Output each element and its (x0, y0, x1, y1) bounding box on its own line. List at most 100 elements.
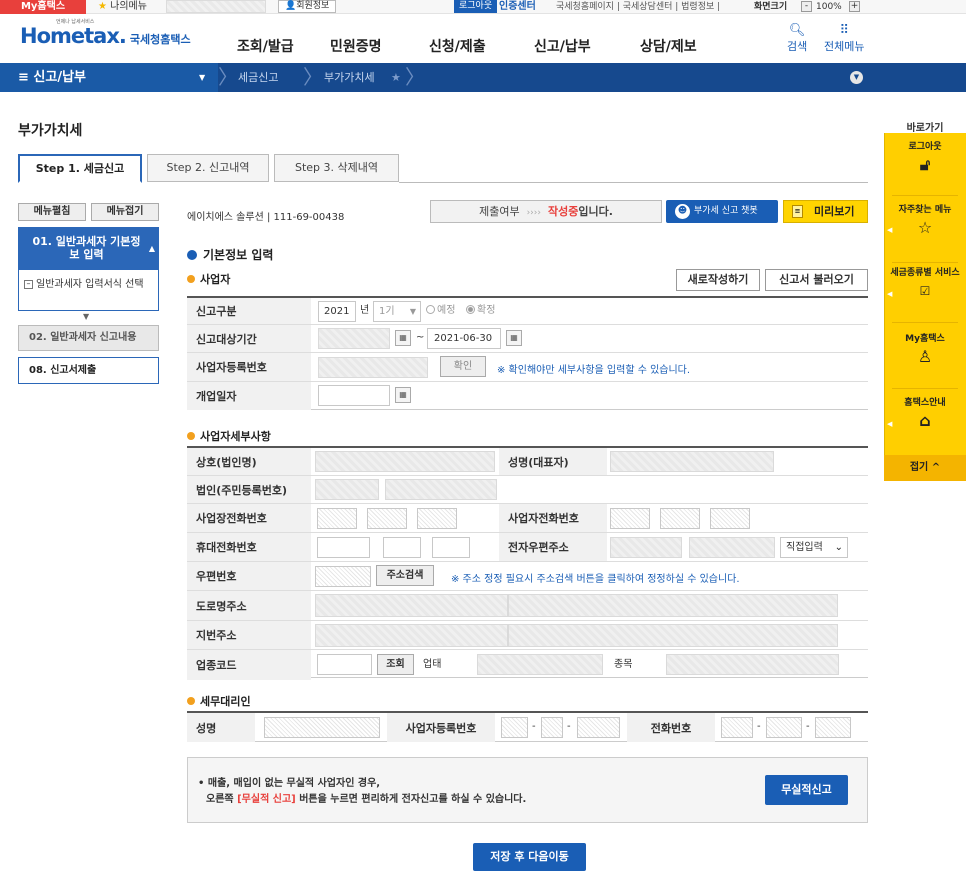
tab-step3[interactable]: Step 3. 삭제내역 (274, 154, 399, 182)
email-domain-input[interactable] (689, 537, 775, 558)
lot-address-input-1[interactable] (315, 624, 508, 647)
term-select[interactable]: 1기 ▼ (373, 301, 421, 322)
radio-estimate[interactable]: 예정 (426, 304, 455, 318)
quick-logout[interactable]: 로그아웃 🔓︎ (884, 142, 966, 174)
address-search-button[interactable]: 주소검색 (376, 565, 434, 586)
bullet-icon (187, 275, 195, 283)
top-links[interactable]: 국세청홈페이지 | 국세상담센터 | 법령정보 | (556, 0, 720, 14)
table-row: 법인(주민등록번호) (187, 476, 868, 504)
zoom-out-button[interactable]: - (801, 1, 812, 12)
chevron-down-icon[interactable]: ▼ (850, 71, 863, 84)
year-unit: 년 (360, 305, 370, 316)
rep-name-input[interactable] (610, 451, 774, 472)
quick-faq-menu[interactable]: 자주찾는 메뉴 ☆ (884, 205, 966, 237)
road-address-input-2[interactable] (508, 594, 838, 617)
lot-address-input-2[interactable] (508, 624, 838, 647)
trade-name-input[interactable] (315, 451, 495, 472)
agent-table: 성명 사업자등록번호 - - 전화번호 - - (187, 711, 868, 742)
biz-tel-input-3[interactable] (417, 508, 457, 529)
owner-tel-input-3[interactable] (710, 508, 750, 529)
agent-name-input[interactable] (264, 717, 380, 738)
confirm-button[interactable]: 확인 (440, 356, 486, 377)
radio-final[interactable]: 확정 (466, 304, 495, 318)
label-open-date: 개업일자 (187, 382, 311, 410)
owner-tel-input-2[interactable] (660, 508, 700, 529)
load-report-button[interactable]: 신고서 불러오기 (765, 269, 868, 291)
quick-fold-button[interactable]: 접기 ^ (884, 455, 966, 481)
owner-tel-input-1[interactable] (610, 508, 650, 529)
mobile-input-1[interactable] (317, 537, 370, 558)
all-menu-button[interactable]: ⠿ 전체메뉴 (824, 24, 864, 54)
corp-no-input-1[interactable] (315, 479, 379, 500)
logout-button[interactable]: 로그아웃 (454, 0, 498, 13)
industry-code-input[interactable] (317, 654, 372, 675)
agent-tel-input-2[interactable] (766, 717, 802, 738)
calendar-icon[interactable]: ▦ (506, 330, 522, 346)
biz-type-label: 업태 (423, 659, 442, 670)
arrow-left-icon: ◀ (887, 290, 893, 298)
myhome-link[interactable]: My홈택스 (0, 0, 86, 14)
nav-report-pay[interactable]: 신고/납부 (534, 36, 591, 56)
email-domain-select[interactable]: 직접입력 ⌄ (780, 537, 848, 558)
label-agent-reg-no: 사업자등록번호 (387, 713, 495, 742)
quick-myhometax[interactable]: My홈택스 ♙ (884, 334, 966, 366)
mobile-input-2[interactable] (383, 537, 421, 558)
email-id-input[interactable] (610, 537, 682, 558)
mobile-input-3[interactable] (432, 537, 470, 558)
nav-certificate[interactable]: 민원증명 (330, 36, 382, 56)
tab-step2[interactable]: Step 2. 신고내역 (147, 154, 269, 182)
mymenu-link[interactable]: ★ 나의메뉴 (98, 0, 147, 14)
cert-center-link[interactable]: 인증센터 (499, 0, 536, 14)
nav-consult[interactable]: 상담/제보 (640, 36, 697, 56)
agent-tel-input-1[interactable] (721, 717, 753, 738)
biz-item-input[interactable] (666, 654, 839, 675)
search-button[interactable]: 🔍︎ 검색 (787, 24, 807, 54)
subsection-title-detail: 사업자세부사항 (187, 428, 271, 444)
left-menu-item-basic-info[interactable]: 01. 일반과세자 기본정보 입력 ▲ (18, 227, 159, 269)
hometax-logo[interactable]: 언제나 납세서비스 Hometax. 국세청홈택스 (20, 19, 191, 48)
agent-reg-no-input-1[interactable] (501, 717, 528, 738)
save-next-button[interactable]: 저장 후 다음이동 (473, 843, 586, 871)
lookup-button[interactable]: 조회 (377, 654, 414, 675)
table-row: 지번주소 (187, 621, 868, 650)
open-date-input[interactable] (318, 385, 390, 406)
new-write-button[interactable]: 새로작성하기 (676, 269, 760, 291)
left-submenu-form-select[interactable]: – 일반과세자 입력서식 선택 (18, 269, 159, 311)
agent-reg-no-input-2[interactable] (541, 717, 563, 738)
nav-apply[interactable]: 신청/제출 (429, 36, 486, 56)
menu-collapse-button[interactable]: 메뉴접기 (91, 203, 159, 221)
agent-tel-input-3[interactable] (815, 717, 851, 738)
breadcrumb-vat[interactable]: 부가가치세 (324, 63, 375, 92)
biz-reg-no-input[interactable] (318, 357, 428, 378)
left-menu-item-report-content[interactable]: 02. 일반과세자 신고내용 (18, 325, 159, 351)
dropdown-icon[interactable]: ▼ (199, 63, 205, 92)
corp-no-input-2[interactable] (385, 479, 497, 500)
calendar-icon[interactable]: ▦ (395, 387, 411, 403)
table-row: 도로명주소 (187, 591, 868, 621)
biz-tel-input-2[interactable] (367, 508, 407, 529)
left-menu-item-submit[interactable]: 08. 신고서제출 (18, 357, 159, 384)
gnb-main-menu[interactable]: ≡ 신고/납부 (0, 63, 218, 92)
zip-input[interactable] (315, 566, 371, 587)
calendar-icon[interactable]: ▦ (395, 330, 411, 346)
favorite-star-icon[interactable]: ★ (391, 63, 401, 92)
start-date-input[interactable] (318, 328, 390, 349)
biz-tel-input-1[interactable] (317, 508, 357, 529)
quick-guide[interactable]: 홈택스안내 ⌂ (884, 398, 966, 430)
menu-expand-button[interactable]: 메뉴펼침 (18, 203, 86, 221)
zoom-in-button[interactable]: + (849, 1, 860, 12)
member-info-button[interactable]: 👤회원정보 (278, 0, 337, 13)
vat-chatbot-button[interactable]: ☻ 부가세 신고 챗봇 (666, 200, 778, 223)
zero-report-button[interactable]: 무실적신고 (765, 775, 848, 805)
preview-button[interactable]: ≡ 미리보기 (783, 200, 868, 223)
tab-step1[interactable]: Step 1. 세금신고 (18, 154, 142, 183)
biz-type-input[interactable] (477, 654, 603, 675)
breadcrumb-tax-report[interactable]: 세금신고 (238, 63, 278, 92)
agent-reg-no-input-3[interactable] (577, 717, 620, 738)
year-select[interactable]: 2021 (318, 301, 356, 322)
quick-tax-service[interactable]: 세금종류별 서비스 ☑ (884, 268, 966, 300)
end-date-input[interactable]: 2021-06-30 (427, 328, 501, 349)
label-email: 전자우편주소 (499, 533, 607, 561)
road-address-input-1[interactable] (315, 594, 508, 617)
nav-inquiry[interactable]: 조회/발급 (237, 36, 294, 56)
